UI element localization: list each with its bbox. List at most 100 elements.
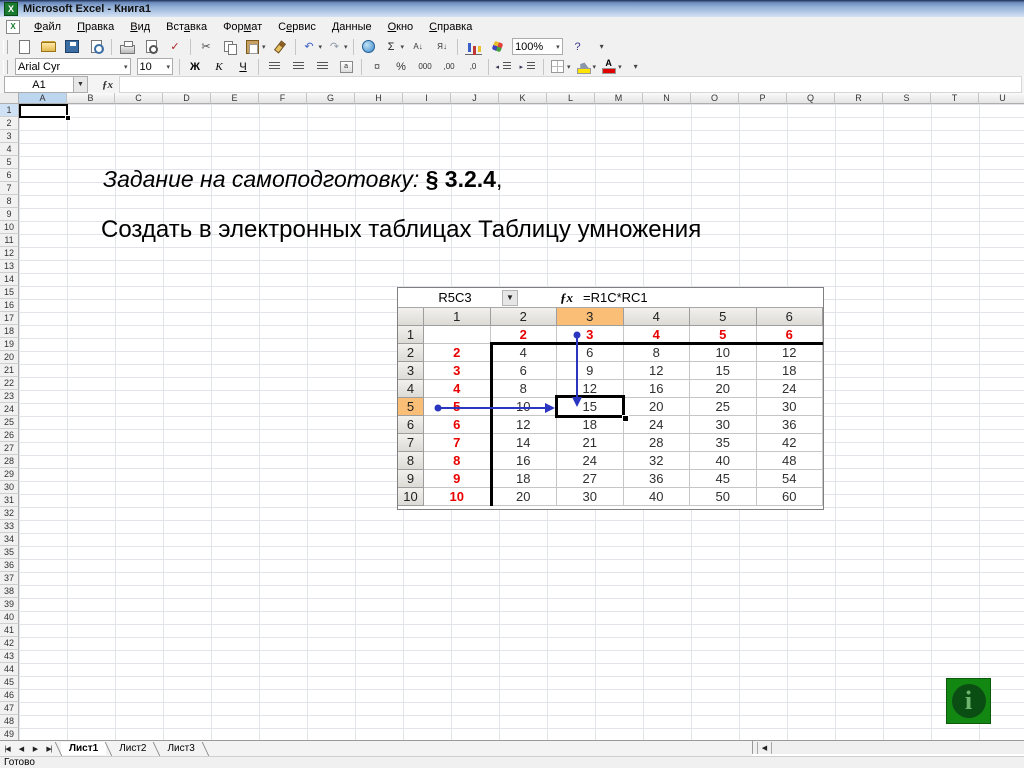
menu-edit[interactable]: Правка — [69, 19, 122, 35]
row-header-39[interactable]: 39 — [0, 598, 19, 611]
chart-wizard-button[interactable] — [461, 37, 485, 57]
row-header-49[interactable]: 49 — [0, 728, 19, 740]
select-all-corner[interactable] — [0, 93, 19, 104]
row-header-34[interactable]: 34 — [0, 533, 19, 546]
row-header-21[interactable]: 21 — [0, 364, 19, 377]
column-header-F[interactable]: F — [259, 93, 307, 104]
row-header-48[interactable]: 48 — [0, 715, 19, 728]
name-box[interactable]: A1 — [4, 76, 74, 93]
formatting-options-button[interactable]: ▾ — [624, 57, 648, 77]
toolbar-grip[interactable] — [3, 39, 8, 54]
save-button[interactable] — [60, 37, 84, 57]
merge-center-button[interactable] — [334, 57, 358, 77]
tab-scroll-button-3[interactable]: ▶| — [42, 745, 56, 753]
column-header-A[interactable]: A — [19, 93, 67, 104]
row-header-36[interactable]: 36 — [0, 559, 19, 572]
row-header-47[interactable]: 47 — [0, 702, 19, 715]
row-header-32[interactable]: 32 — [0, 507, 19, 520]
menu-help[interactable]: Справка — [421, 19, 480, 35]
column-header-H[interactable]: H — [355, 93, 403, 104]
chevron-down-icon[interactable]: ▾ — [556, 43, 560, 51]
menu-file[interactable]: Файл — [26, 19, 69, 35]
sheet-tab-sheet1[interactable]: Лист1 — [61, 742, 107, 755]
name-box-dropdown[interactable]: ▼ — [74, 76, 88, 93]
chevron-down-icon[interactable]: ▾ — [319, 43, 323, 51]
menu-window[interactable]: Окно — [380, 19, 422, 35]
menu-data[interactable]: Данные — [324, 19, 380, 35]
menu-tools[interactable]: Сервис — [270, 19, 324, 35]
spelling-button[interactable]: ✓ — [163, 37, 187, 57]
sort-descending-button[interactable]: Я↓ — [430, 37, 454, 57]
row-header-23[interactable]: 23 — [0, 390, 19, 403]
row-header-37[interactable]: 37 — [0, 572, 19, 585]
column-header-T[interactable]: T — [931, 93, 979, 104]
row-header-42[interactable]: 42 — [0, 637, 19, 650]
chevron-down-icon[interactable]: ▾ — [401, 43, 405, 51]
column-header-J[interactable]: J — [451, 93, 499, 104]
row-header-5[interactable]: 5 — [0, 156, 19, 169]
row-header-45[interactable]: 45 — [0, 676, 19, 689]
row-header-22[interactable]: 22 — [0, 377, 19, 390]
row-header-1[interactable]: 1 — [0, 104, 19, 117]
tab-scroll-button-2[interactable]: ▶ — [28, 745, 42, 753]
row-header-38[interactable]: 38 — [0, 585, 19, 598]
row-header-4[interactable]: 4 — [0, 143, 19, 156]
info-button[interactable]: i — [946, 678, 991, 724]
row-header-15[interactable]: 15 — [0, 286, 19, 299]
chevron-down-icon[interactable]: ▾ — [124, 63, 128, 71]
fill-color-button[interactable]: ▾ — [573, 57, 599, 77]
toolbar-options-button[interactable]: ▾ — [590, 37, 614, 57]
chevron-down-icon[interactable]: ▾ — [344, 43, 348, 51]
underline-button[interactable]: Ч — [231, 57, 255, 77]
menu-format[interactable]: Формат — [215, 19, 270, 35]
row-header-28[interactable]: 28 — [0, 455, 19, 468]
open-button[interactable] — [36, 37, 60, 57]
row-header-2[interactable]: 2 — [0, 117, 19, 130]
tab-scroll-button-0[interactable]: |◀ — [0, 745, 14, 753]
row-header-13[interactable]: 13 — [0, 260, 19, 273]
chevron-down-icon[interactable]: ▾ — [262, 43, 266, 51]
font-size-combo[interactable]: 10 ▾ — [136, 58, 174, 75]
column-header-K[interactable]: K — [499, 93, 547, 104]
column-header-G[interactable]: G — [307, 93, 355, 104]
print-preview-button[interactable] — [139, 37, 163, 57]
row-header-30[interactable]: 30 — [0, 481, 19, 494]
fill-handle[interactable] — [65, 115, 71, 121]
row-header-6[interactable]: 6 — [0, 169, 19, 182]
print-button[interactable] — [115, 37, 139, 57]
column-header-D[interactable]: D — [163, 93, 211, 104]
comma-style-button[interactable]: 000 — [413, 57, 437, 77]
font-name-combo[interactable]: Arial Cyr ▾ — [15, 58, 131, 75]
menu-view[interactable]: Вид — [122, 19, 158, 35]
row-header-31[interactable]: 31 — [0, 494, 19, 507]
row-header-35[interactable]: 35 — [0, 546, 19, 559]
row-header-41[interactable]: 41 — [0, 624, 19, 637]
row-header-24[interactable]: 24 — [0, 403, 19, 416]
undo-button[interactable]: ↶ ▾ — [299, 37, 325, 57]
borders-button[interactable]: ▾ — [547, 57, 573, 77]
increase-indent-button[interactable] — [516, 57, 540, 77]
sheet-tab-sheet3[interactable]: Лист3 — [159, 742, 202, 755]
chevron-down-icon[interactable]: ▾ — [593, 63, 597, 71]
column-header-R[interactable]: R — [835, 93, 883, 104]
increase-decimal-button[interactable]: ,00 — [437, 57, 461, 77]
column-header-M[interactable]: M — [595, 93, 643, 104]
align-center-button[interactable] — [286, 57, 310, 77]
new-document-button[interactable] — [12, 37, 36, 57]
italic-button[interactable]: К — [207, 57, 231, 77]
scroll-left-button[interactable]: ◀ — [757, 741, 772, 754]
format-painter-button[interactable] — [268, 37, 292, 57]
column-header-O[interactable]: O — [691, 93, 739, 104]
column-header-L[interactable]: L — [547, 93, 595, 104]
row-header-12[interactable]: 12 — [0, 247, 19, 260]
row-header-16[interactable]: 16 — [0, 299, 19, 312]
currency-button[interactable]: ¤ — [365, 57, 389, 77]
column-header-B[interactable]: B — [67, 93, 115, 104]
row-header-11[interactable]: 11 — [0, 234, 19, 247]
row-header-46[interactable]: 46 — [0, 689, 19, 702]
column-header-N[interactable]: N — [643, 93, 691, 104]
row-header-44[interactable]: 44 — [0, 663, 19, 676]
row-header-14[interactable]: 14 — [0, 273, 19, 286]
row-header-27[interactable]: 27 — [0, 442, 19, 455]
tab-scroll-button-1[interactable]: ◀ — [14, 745, 28, 753]
